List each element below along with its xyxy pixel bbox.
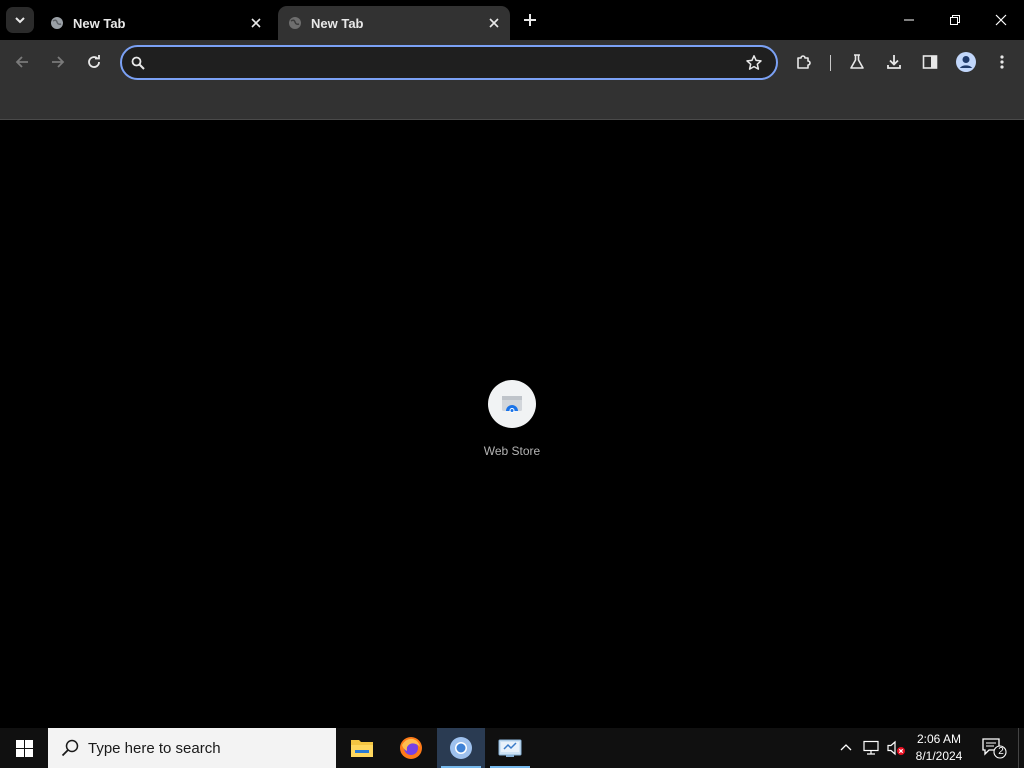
- arrow-left-icon: [15, 56, 28, 68]
- browser-toolbar: [0, 40, 1024, 84]
- taskbar-search-box[interactable]: Type here to search: [48, 728, 336, 768]
- web-store-icon: [502, 396, 522, 413]
- clock-date: 8/1/2024: [915, 749, 963, 763]
- show-desktop-button[interactable]: [1018, 728, 1024, 768]
- tab-title: New Tab: [73, 15, 126, 31]
- taskbar-app-control-panel[interactable]: [486, 728, 534, 768]
- forward-button[interactable]: [45, 49, 71, 75]
- extensions-button[interactable]: [791, 49, 817, 75]
- volume-tray-button[interactable]: [884, 728, 908, 768]
- shortcut-web-store[interactable]: Web Store: [472, 380, 552, 458]
- tab-inactive[interactable]: New Tab: [40, 6, 272, 40]
- control-panel-icon: [498, 739, 522, 757]
- folder-icon: [351, 740, 373, 757]
- show-hidden-icons-button[interactable]: [836, 728, 856, 768]
- star-icon: [746, 55, 762, 70]
- close-icon: [251, 18, 261, 28]
- menu-button[interactable]: [989, 49, 1015, 75]
- search-icon: [61, 739, 79, 757]
- arrow-right-icon: [52, 56, 65, 68]
- reload-button[interactable]: [81, 49, 107, 75]
- tab-strip: New Tab New Tab: [0, 0, 1024, 40]
- reload-icon: [88, 55, 100, 68]
- taskbar-search-placeholder: Type here to search: [88, 739, 221, 757]
- plus-icon: [524, 14, 536, 26]
- flask-icon: [850, 54, 864, 69]
- clock-time: 2:06 AM: [916, 732, 962, 746]
- address-input[interactable]: [156, 53, 736, 73]
- shortcut-label: Web Store: [483, 444, 541, 458]
- taskbar-clock[interactable]: 2:06 AM 8/1/2024: [908, 731, 970, 765]
- notification-center-button[interactable]: 2: [978, 728, 1010, 768]
- bookmark-bar: [0, 84, 1024, 120]
- chevron-down-icon: [15, 17, 25, 24]
- globe-icon: [51, 17, 63, 29]
- tab-close-button[interactable]: [246, 13, 266, 33]
- close-icon: [995, 14, 1007, 26]
- windows-logo-icon: [15, 739, 33, 757]
- notification-count-badge: 2: [998, 746, 1004, 757]
- network-icon: [863, 740, 879, 755]
- volume-muted-icon: [887, 740, 905, 756]
- back-button[interactable]: [9, 49, 35, 75]
- globe-icon: [289, 17, 301, 29]
- toolbar-separator: [830, 55, 831, 71]
- close-window-button[interactable]: [978, 0, 1024, 40]
- bookmark-star-button[interactable]: [744, 53, 764, 73]
- taskbar: Type here to search 2:06 AM 8/1/2024 2: [0, 728, 1024, 768]
- address-bar[interactable]: [120, 45, 778, 80]
- labs-button[interactable]: [844, 49, 870, 75]
- downloads-button[interactable]: [881, 49, 907, 75]
- shortcut-icon-circle: [488, 380, 536, 428]
- side-panel-button[interactable]: [917, 49, 943, 75]
- close-icon: [489, 18, 499, 28]
- download-icon: [887, 55, 901, 69]
- taskbar-app-file-explorer[interactable]: [338, 728, 386, 768]
- side-panel-icon: [922, 55, 938, 69]
- restore-button[interactable]: [932, 0, 978, 40]
- profile-button[interactable]: [953, 49, 979, 75]
- start-button[interactable]: [0, 728, 48, 768]
- tab-search-button[interactable]: [6, 7, 34, 33]
- avatar-icon: [956, 52, 976, 72]
- tab-close-button[interactable]: [484, 13, 504, 33]
- chevron-up-icon: [840, 744, 852, 751]
- tab-active[interactable]: New Tab: [278, 6, 510, 40]
- taskbar-app-firefox[interactable]: [387, 728, 435, 768]
- minimize-button[interactable]: [886, 0, 932, 40]
- minimize-icon: [904, 19, 914, 21]
- restore-icon: [950, 15, 960, 25]
- tab-title: New Tab: [311, 15, 364, 31]
- taskbar-app-chrome[interactable]: [437, 728, 485, 768]
- new-tab-button[interactable]: [518, 8, 542, 32]
- network-tray-button[interactable]: [859, 728, 883, 768]
- puzzle-icon: [797, 55, 811, 69]
- more-vertical-icon: [1000, 55, 1004, 69]
- chrome-icon: [450, 737, 472, 759]
- desktop-screen: New Tab New Tab Web Store Type here to s…: [0, 0, 1024, 768]
- new-tab-page: Web Store: [0, 121, 1024, 728]
- firefox-icon: [400, 737, 422, 759]
- search-icon: [131, 56, 145, 70]
